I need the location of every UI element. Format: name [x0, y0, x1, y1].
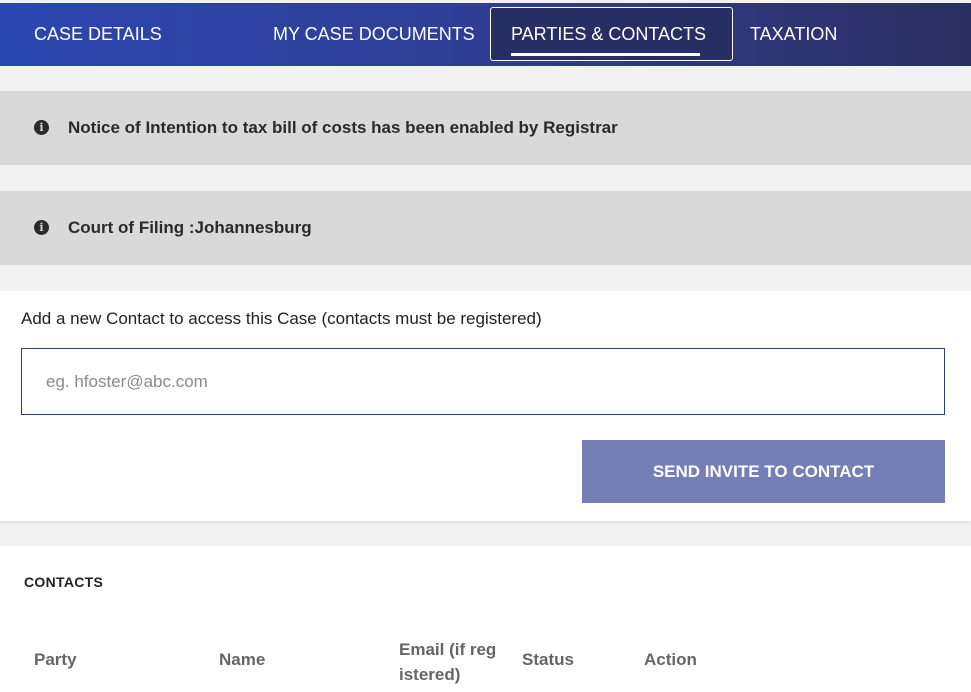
- add-contact-label: Add a new Contact to access this Case (c…: [21, 309, 542, 328]
- top-nav: CASE DETAILS MY CASE DOCUMENTS PARTIES &…: [0, 3, 971, 66]
- notice-text: Court of Filing :Johannesburg: [68, 218, 312, 237]
- column-header-status: Status: [522, 650, 574, 669]
- notice-text: Notice of Intention to tax bill of costs…: [68, 118, 618, 137]
- tab-parties-contacts[interactable]: PARTIES & CONTACTS: [490, 7, 733, 61]
- info-icon: i: [34, 120, 49, 135]
- active-tab-underline: [511, 53, 700, 56]
- notice-taxation-enabled: i Notice of Intention to tax bill of cos…: [0, 91, 971, 165]
- column-header-email-line-1: Email (if reg: [399, 640, 497, 659]
- column-header-party: Party: [34, 650, 77, 669]
- send-invite-button[interactable]: SEND INVITE TO CONTACT: [582, 440, 945, 503]
- info-icon: i: [34, 220, 49, 235]
- notice-court-of-filing: i Court of Filing :Johannesburg: [0, 191, 971, 265]
- tab-my-case-documents[interactable]: MY CASE DOCUMENTS: [273, 3, 475, 66]
- tab-taxation[interactable]: TAXATION: [750, 3, 837, 66]
- column-header-email-line-2: istered): [399, 665, 461, 684]
- column-header-email: Email (if reg istered): [399, 637, 496, 687]
- column-header-action: Action: [644, 650, 697, 669]
- tab-case-details[interactable]: CASE DETAILS: [34, 3, 162, 66]
- contacts-title: CONTACTS: [24, 574, 104, 590]
- add-contact-panel: Add a new Contact to access this Case (c…: [0, 291, 971, 521]
- contact-email-input[interactable]: [21, 348, 945, 415]
- column-header-name: Name: [219, 650, 266, 669]
- contacts-section: CONTACTS Party Name Email (if reg istere…: [0, 546, 971, 692]
